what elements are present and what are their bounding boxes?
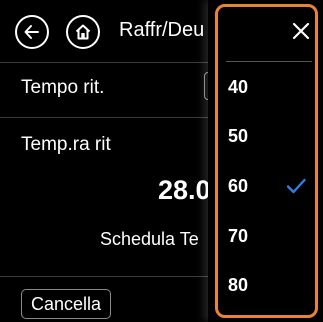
home-button[interactable] (66, 15, 100, 49)
home-icon (75, 24, 91, 40)
page-title: Raffr/Deu (119, 19, 205, 41)
temp-rit-label: Temp.ra rit (21, 134, 111, 155)
option-50[interactable]: 50 (228, 121, 314, 151)
option-80[interactable]: 80 (228, 270, 314, 300)
close-icon (292, 22, 310, 40)
dropdown-divider (226, 61, 312, 62)
option-40[interactable]: 40 (228, 72, 314, 102)
option-label: 60 (228, 175, 249, 196)
schedule-label: Schedula Te (100, 229, 199, 249)
header-divider (0, 62, 210, 63)
option-label: 50 (228, 125, 249, 146)
back-button[interactable] (15, 15, 49, 49)
option-70[interactable]: 70 (228, 221, 314, 251)
close-button[interactable] (288, 18, 314, 44)
arrow-left-icon (24, 25, 39, 39)
option-label: 70 (228, 225, 249, 246)
checkmark-icon (286, 178, 306, 194)
option-label: 40 (228, 76, 249, 97)
footer-divider (0, 276, 210, 277)
cancel-button[interactable]: Cancella (21, 289, 111, 319)
option-label: 80 (228, 274, 249, 295)
tempo-rit-label: Tempo rit. (21, 77, 105, 98)
temp-rit-value: 28.0 (158, 175, 211, 205)
row-divider (0, 117, 210, 118)
